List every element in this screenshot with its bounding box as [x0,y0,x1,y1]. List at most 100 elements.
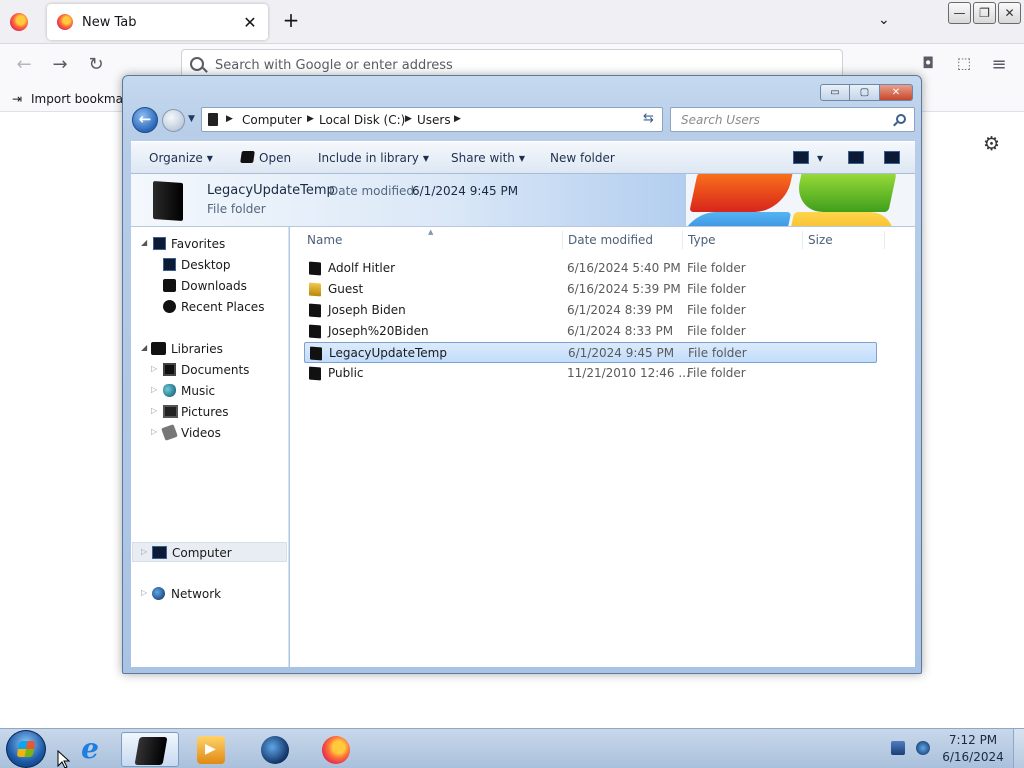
forward-button[interactable] [162,109,185,132]
table-row[interactable]: Public 11/21/2010 12:46 ... File folder [304,363,877,384]
list-all-tabs-icon[interactable]: ⌄ [878,12,890,28]
collapsed-triangle-icon[interactable]: ▷ [141,588,147,597]
firefox-favicon-icon [57,14,73,30]
nav-favorites[interactable]: ◢ Favorites [131,234,286,254]
column-header-size[interactable]: Size [808,233,833,247]
breadcrumb-separator-icon[interactable]: ▶ [307,114,314,124]
expanded-triangle-icon[interactable]: ◢ [141,343,147,352]
collapsed-triangle-icon[interactable]: ▷ [151,406,157,415]
minimize-button[interactable]: — [948,2,971,24]
column-divider[interactable] [562,231,563,249]
table-row[interactable]: Adolf Hitler 6/16/2024 5:40 PM File fold… [304,258,877,279]
nav-label: Downloads [181,279,247,293]
nav-desktop[interactable]: Desktop [131,255,286,275]
column-header-type[interactable]: Type [688,233,716,247]
firefox-menu-icon[interactable] [10,13,28,31]
new-folder-button[interactable]: New folder [550,151,615,165]
nav-recent-places[interactable]: Recent Places [131,297,286,317]
new-tab-button[interactable]: + [280,10,302,32]
nav-videos[interactable]: ▷ Videos [131,423,286,443]
breadcrumb-separator-icon[interactable]: ▶ [454,114,461,124]
explorer-minimize-button[interactable]: ▭ [820,84,850,101]
view-dropdown-icon[interactable]: ▼ [817,154,823,163]
hamburger-menu-icon[interactable]: ≡ [988,54,1010,75]
nav-computer[interactable]: ▷ Computer [132,542,287,562]
column-divider[interactable] [802,231,803,249]
breadcrumb-separator-icon[interactable]: ▶ [226,114,233,124]
breadcrumb-computer[interactable]: Computer [242,113,302,127]
search-icon[interactable] [896,114,906,124]
action-center-flag-icon[interactable] [891,741,905,755]
nav-pictures[interactable]: ▷ Pictures [131,402,286,422]
import-bookmarks-link[interactable]: Import bookmark [31,92,135,106]
clock-date[interactable]: 6/16/2024 [940,750,1006,764]
open-button[interactable]: Open [240,151,291,165]
tab-close-icon[interactable]: ✕ [242,13,258,32]
nav-documents[interactable]: ▷ Documents [131,360,286,380]
table-row[interactable]: Joseph%20Biden 6/1/2024 8:33 PM File fol… [304,321,877,342]
taskbar-globe-app[interactable] [246,732,304,767]
recent-pages-chevron-icon[interactable]: ▼ [188,114,195,124]
back-arrow-icon[interactable]: ← [13,54,35,75]
search-box[interactable]: Search Users [670,107,915,132]
address-bar[interactable]: ▶ Computer ▶ Local Disk (C:) ▶ Users ▶ ▼ [201,107,711,132]
taskbar-firefox[interactable] [307,732,365,767]
extensions-icon[interactable]: ⬚ [953,54,975,72]
url-input[interactable]: Search with Google or enter address [215,58,453,73]
explorer-maximize-button[interactable]: ▢ [850,84,880,101]
sort-ascending-icon: ▲ [428,228,434,236]
breadcrumb-separator-icon[interactable]: ▶ [405,114,412,124]
taskbar-windows-explorer[interactable] [121,732,179,767]
collapsed-triangle-icon[interactable]: ▷ [151,364,157,373]
share-with-button[interactable]: Share with ▼ [451,151,525,165]
start-button[interactable] [6,730,46,768]
pocket-icon[interactable]: ◘ [917,54,939,72]
organize-button[interactable]: Organize ▼ [149,151,213,165]
file-date: 6/1/2024 8:33 PM [567,324,674,338]
collapsed-triangle-icon[interactable]: ▷ [151,385,157,394]
nav-libraries[interactable]: ◢ Libraries [131,339,286,359]
network-icon [152,587,165,600]
change-view-icon[interactable] [793,151,809,164]
help-icon[interactable] [884,151,900,164]
table-row-selected[interactable]: LegacyUpdateTemp 6/1/2024 9:45 PM File f… [304,342,877,363]
file-type: File folder [687,324,746,338]
pictures-icon [163,405,178,418]
collapsed-triangle-icon[interactable]: ▷ [151,427,157,436]
column-header-date-modified[interactable]: Date modified [568,233,653,247]
command-bar: Organize ▼ Open Include in library ▼ Share… [131,141,915,174]
include-in-library-button[interactable]: Include in library ▼ [318,151,429,165]
nav-music[interactable]: ▷ Music [131,381,286,401]
expanded-triangle-icon[interactable]: ◢ [141,238,147,247]
nav-downloads[interactable]: Downloads [131,276,286,296]
search-input[interactable]: Search Users [681,113,760,127]
table-row[interactable]: Guest 6/16/2024 5:39 PM File folder [304,279,877,300]
column-divider[interactable] [682,231,683,249]
collapsed-triangle-icon[interactable]: ▷ [141,547,147,556]
nav-network[interactable]: ▷ Network [131,584,286,604]
tab-new-tab[interactable]: New Tab ✕ [47,4,268,40]
close-button[interactable]: ✕ [998,2,1021,24]
preview-pane-icon[interactable] [848,151,864,164]
mouse-cursor-icon [57,750,71,768]
reload-icon[interactable]: ↻ [85,54,107,75]
explorer-close-button[interactable]: ✕ [880,84,913,101]
nav-label: Libraries [171,342,223,356]
network-status-icon[interactable] [916,741,930,755]
file-type: File folder [688,346,747,360]
table-row[interactable]: Joseph Biden 6/1/2024 8:39 PM File folde… [304,300,877,321]
search-icon [190,57,204,71]
show-desktop-button[interactable] [1013,729,1024,768]
forward-arrow-icon[interactable]: → [49,54,71,75]
breadcrumb-local-disk[interactable]: Local Disk (C:) [319,113,405,127]
restore-button[interactable]: ❐ [973,2,996,24]
column-divider[interactable] [884,231,885,249]
globe-icon [261,736,289,764]
clock-time[interactable]: 7:12 PM [945,733,1001,747]
refresh-icon[interactable]: ⇆ [643,111,654,126]
column-header-name[interactable]: Name [307,233,342,247]
back-button[interactable]: ← [132,107,158,133]
taskbar-media-player[interactable] [182,732,240,767]
breadcrumb-users[interactable]: Users [417,113,451,127]
gear-icon[interactable]: ⚙ [983,133,1000,155]
